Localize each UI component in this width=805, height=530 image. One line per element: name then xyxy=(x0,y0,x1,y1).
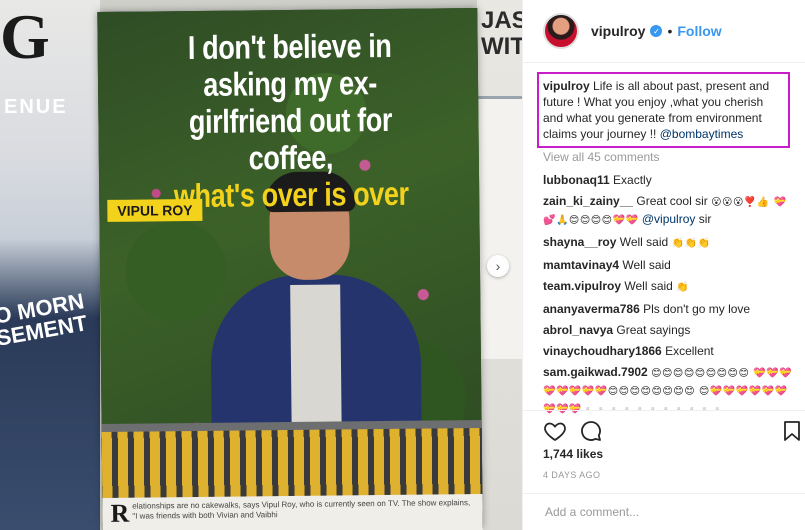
avatar[interactable] xyxy=(543,13,579,49)
comment-item: abrol_navya Great sayings xyxy=(543,322,798,338)
header-username[interactable]: vipulroy xyxy=(591,23,645,39)
comment-item: zain_ki_zainy__ Great cool sir 😮😮😮❣️👍 💝💕… xyxy=(543,193,798,229)
header-separator: • xyxy=(667,23,673,39)
comment-username[interactable]: zain_ki_zainy__ xyxy=(543,194,633,208)
comment-text: Great cool sir xyxy=(636,194,708,208)
comment-username[interactable]: sam.gaikwad.7902 xyxy=(543,365,648,379)
post-sidebar: vipulroy ✓ • Follow vipulroy Life is all… xyxy=(522,0,805,530)
article-headline: I don't believe in asking my ex-girlfrie… xyxy=(150,27,431,215)
post-photo[interactable]: G ENUE X FACTOR O MORN SEMENT JAS WIT I … xyxy=(0,0,522,530)
comment-username[interactable]: ananyaverma786 xyxy=(543,302,640,316)
post-header: vipulroy ✓ • Follow xyxy=(523,0,805,63)
magazine-venue-sub: X FACTOR xyxy=(12,122,57,132)
comment-username[interactable]: lubbonaq11 xyxy=(543,173,610,187)
comment-text: Pls don't go my love xyxy=(643,302,751,316)
comment-text: Excellent xyxy=(665,344,714,358)
article-name-tag: VIPUL ROY xyxy=(107,198,203,222)
comment-mention[interactable]: @vipulroy xyxy=(642,212,696,226)
comment-text-tail: sir xyxy=(698,212,712,226)
add-comment-input[interactable] xyxy=(543,504,787,520)
comment-item: lubbonaq11 Exactly xyxy=(543,172,798,188)
comment-username[interactable]: team.vipulroy xyxy=(543,279,621,293)
caption-username[interactable]: vipulroy xyxy=(543,79,590,93)
follow-button[interactable]: Follow xyxy=(677,23,721,39)
comment-username[interactable]: mamtavinay4 xyxy=(543,258,619,272)
post-caption: vipulroy Life is all about past, present… xyxy=(537,72,790,148)
comment-text: Well said xyxy=(624,279,673,293)
comment-emoji: 👏👏👏 xyxy=(671,238,711,249)
post-date[interactable]: 4 DAYS AGO xyxy=(543,470,600,480)
comment-username[interactable]: shayna__roy xyxy=(543,235,616,249)
newspaper-article: I don't believe in asking my ex-girlfrie… xyxy=(97,8,483,530)
comment-item: ananyaverma786 Pls don't go my love xyxy=(543,301,798,317)
verified-badge-icon: ✓ xyxy=(650,25,663,37)
heart-icon[interactable] xyxy=(543,419,567,443)
comment-text: Exactly xyxy=(613,173,652,187)
comment-username[interactable]: vinaychoudhary1866 xyxy=(543,344,662,358)
chevron-right-icon: › xyxy=(495,258,501,274)
comments-list: View all 45 comments lubbonaq11 Exactly … xyxy=(543,149,798,423)
likes-count[interactable]: 1,744 likes xyxy=(543,447,603,461)
comment-text: Well said xyxy=(619,235,669,249)
newspaper-strip xyxy=(477,96,522,359)
magazine-venue: ENUE xyxy=(4,96,68,118)
comment-username[interactable]: abrol_navya xyxy=(543,323,613,337)
background-magazine: G ENUE X FACTOR O MORN SEMENT xyxy=(0,0,100,530)
comment-text: Great sayings xyxy=(616,323,691,337)
comment-item: vinaychoudhary1866 Excellent xyxy=(543,343,798,359)
article-dropcap: R xyxy=(110,498,130,528)
comment-icon[interactable] xyxy=(579,419,603,443)
comment-emoji: 👏 xyxy=(676,282,690,293)
article-body-text: elationships are no cakewalks, says Vipu… xyxy=(132,498,471,521)
comment-item: mamtavinay4 Well said xyxy=(543,257,798,273)
magazine-letter: G xyxy=(0,1,52,72)
comment-item: shayna__roy Well said 👏👏👏 xyxy=(543,234,798,252)
comment-item: team.vipulroy Well said 👏 xyxy=(543,278,798,296)
article-body: R elationships are no cakewalks, says Vi… xyxy=(102,493,483,530)
comment-text: Well said xyxy=(622,258,671,272)
headline-white: I don't believe in asking my ex-girlfrie… xyxy=(187,26,393,177)
next-photo-button[interactable]: › xyxy=(487,255,509,277)
view-all-comments-link[interactable]: View all 45 comments xyxy=(543,149,798,165)
action-bar xyxy=(523,410,805,449)
caption-mention[interactable]: @bombaytimes xyxy=(660,127,744,141)
add-comment-bar xyxy=(523,493,805,530)
newspaper-heading: JAS WIT xyxy=(481,7,522,60)
bookmark-icon[interactable] xyxy=(780,419,804,443)
